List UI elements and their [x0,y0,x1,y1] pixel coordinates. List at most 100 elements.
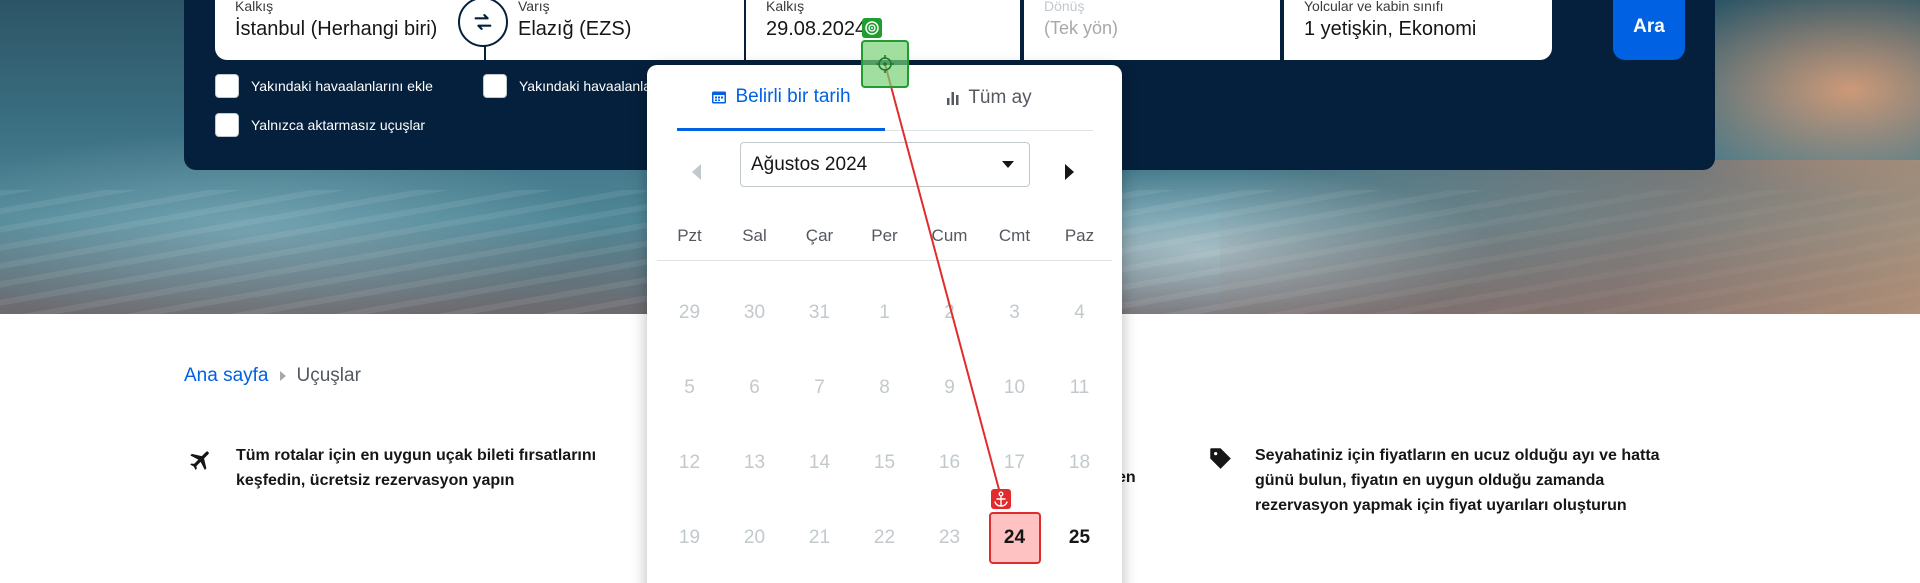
calendar-day: 22 [852,500,917,575]
calendar-day: 5 [657,350,722,425]
checkbox-label: Yalnızca aktarmasız uçuşlar [251,117,426,133]
destination-label: Varış [518,0,550,14]
search-button[interactable]: Ara [1613,0,1685,60]
feature-routes: Tüm rotalar için en uygun uçak bileti fı… [188,443,628,493]
calendar-day: 4 [1047,275,1112,350]
calendar-day: 23 [917,500,982,575]
date-picker-popup: Belirli bir tarih Tüm ay Ağustos 2024 Pz… [647,65,1122,583]
calendar-day: 12 [657,425,722,500]
destination-value: Elazığ (EZS) [518,18,632,40]
weekday-label: Pzt [677,225,702,245]
calendar-day: 16 [917,425,982,500]
calendar-day-number: 24 [988,511,1041,564]
breadcrumb-current: Uçuşlar [296,365,361,386]
passengers-field[interactable]: Yolcular ve kabin sınıfı 1 yetişkin, Eko… [1284,0,1552,60]
calendar-day-number: 21 [808,526,831,548]
tab-specific-date-label: Belirli bir tarih [735,85,851,107]
calendar-day-number: 23 [938,526,961,548]
swap-arrows-icon [474,14,492,30]
nearby-origin-checkbox[interactable]: Yakındaki havaalanlarını ekle [215,74,433,98]
calendar-day-number: 17 [1003,451,1026,473]
feature-price-alerts-text: Seyahatiniz için fiyatların en ucuz oldu… [1255,447,1660,514]
calendar-day: 7 [787,350,852,425]
calendar-day-number: 9 [944,376,955,398]
calendar-day-number: 16 [938,451,961,473]
calendar-day-number: 15 [873,451,896,473]
origin-field[interactable]: Kalkış İstanbul (Herhangi biri) [215,0,484,60]
calendar-day-number: 6 [749,376,760,398]
checkbox-box[interactable] [483,74,507,98]
depart-value: 29.08.2024 [766,18,867,40]
breadcrumb-home-link[interactable]: Ana sayfa [184,365,269,387]
calendar-day-selected[interactable]: 24 [982,500,1047,575]
calendar-day: 15 [852,425,917,500]
calendar-day[interactable]: 25 [1047,500,1112,575]
calendar-day: 29 [657,275,722,350]
breadcrumb: Ana sayfa Uçuşlar [184,365,361,387]
calendar-day-number: 10 [1003,376,1026,398]
price-tag-icon [1210,448,1231,469]
chevron-right-icon [279,371,286,381]
month-select[interactable]: Ağustos 2024 [740,142,1030,187]
calendar-day: 20 [722,500,787,575]
chevron-left-icon [692,164,701,180]
calendar-day-number: 13 [743,451,766,473]
calendar-day: 2 [917,275,982,350]
feature-routes-text: Tüm rotalar için en uygun uçak bileti fı… [236,447,597,489]
calendar-day: 10 [982,350,1047,425]
chevron-down-icon [1002,161,1014,168]
checkbox-label: Yakındaki havaalanla [519,78,652,94]
checkbox-box[interactable] [215,74,239,98]
calendar-day-number: 5 [684,376,695,398]
calendar-icon [712,91,727,103]
calendar-day: 8 [852,350,917,425]
tab-whole-month[interactable]: Tüm ay [885,65,1093,131]
destination-field[interactable]: Varış Elazığ (EZS) [486,0,744,60]
date-picker-tabs: Belirli bir tarih Tüm ay [677,65,1093,131]
return-label: Dönüş [1044,0,1085,14]
next-month-button[interactable] [1059,155,1081,189]
depart-label: Kalkış [766,0,805,14]
calendar-day: 18 [1047,425,1112,500]
calendar-day-number: 2 [944,301,955,323]
origin-value: İstanbul (Herhangi biri) [235,18,438,40]
calendar-day-number: 4 [1074,301,1085,323]
calendar-grid: 29 30 31 1 2 3 4 5 6 7 8 9 10 11 12 13 14 15 16 17 18 19 20 21 2… [657,275,1112,575]
calendar-day: 14 [787,425,852,500]
calendar-day: 1 [852,275,917,350]
calendar-day-number: 18 [1068,451,1091,473]
weekday-header: Pzt Sal Çar Per Cum Cmt Paz [657,211,1112,261]
calendar-day: 6 [722,350,787,425]
month-select-value: Ağustos 2024 [751,153,868,175]
bar-chart-icon [947,92,959,105]
calendar-day-number: 19 [678,526,701,548]
calendar-day: 9 [917,350,982,425]
previous-month-button[interactable] [685,155,707,189]
calendar-day-number: 30 [743,301,766,323]
calendar-day: 19 [657,500,722,575]
calendar-day: 11 [1047,350,1112,425]
tab-specific-date[interactable]: Belirli bir tarih [677,65,885,131]
calendar-day: 21 [787,500,852,575]
passengers-label: Yolcular ve kabin sınıfı [1304,0,1444,14]
weekday-label: Per [871,225,898,245]
return-placeholder: (Tek yön) [1044,18,1119,38]
calendar-day-number: 20 [743,526,766,548]
weekday-label: Sal [742,225,767,245]
calendar-day-number: 8 [879,376,890,398]
nearby-destination-checkbox[interactable]: Yakındaki havaalanla [483,74,651,98]
calendar-day-number: 1 [879,301,890,323]
origin-label: Kalkış [235,0,274,14]
calendar-day: 13 [722,425,787,500]
passengers-value: 1 yetişkin, Ekonomi [1304,18,1477,40]
calendar-day: 30 [722,275,787,350]
hero-shore [1220,160,1920,314]
direct-only-checkbox[interactable]: Yalnızca aktarmasız uçuşlar [215,113,425,137]
weekday-label: Cum [931,225,968,245]
checkbox-box[interactable] [215,113,239,137]
calendar-day-number: 7 [814,376,825,398]
depart-date-field[interactable]: Kalkış 29.08.2024 [746,0,1020,60]
return-date-field[interactable]: Dönüş (Tek yön) [1024,0,1280,60]
calendar-day-number: 14 [808,451,831,473]
tab-whole-month-label: Tüm ay [968,87,1032,108]
